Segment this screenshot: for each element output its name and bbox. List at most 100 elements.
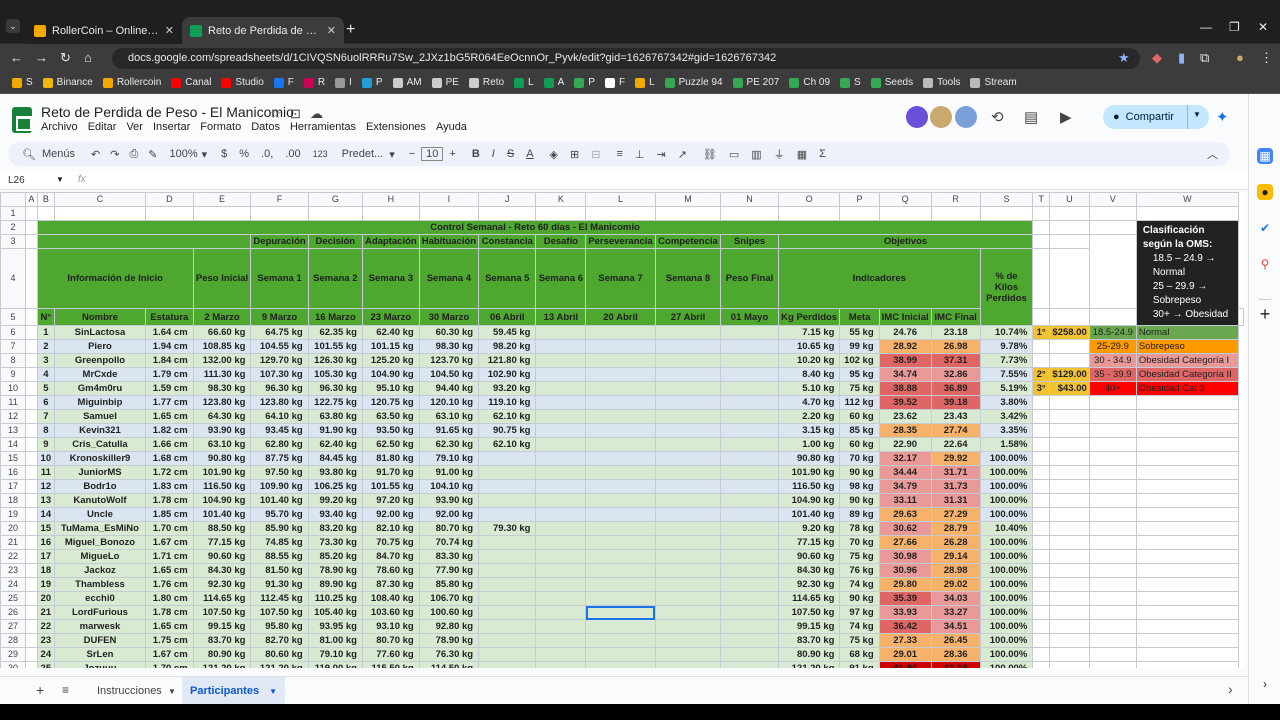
weight-cell[interactable]: 93.50 kg bbox=[361, 423, 420, 438]
weight-cell[interactable]: 98.30 kg bbox=[418, 339, 480, 354]
weight-cell[interactable]: 70.74 kg bbox=[418, 535, 480, 550]
row-number[interactable]: 6 bbox=[0, 325, 27, 340]
row-number[interactable]: 19 bbox=[0, 507, 27, 522]
row-number[interactable]: 26 bbox=[0, 605, 27, 620]
vertical-align-icon[interactable]: ⊥ bbox=[635, 148, 645, 161]
participant-name[interactable]: KanutoWolf bbox=[53, 493, 146, 508]
bookmark-item[interactable]: A bbox=[540, 77, 569, 88]
print-icon[interactable]: ⎙ bbox=[129, 148, 138, 161]
weight-cell[interactable]: 104.50 kg bbox=[418, 367, 480, 382]
weight-cell[interactable] bbox=[654, 395, 722, 410]
participant-name[interactable]: TuMama_EsMiNo bbox=[53, 521, 146, 536]
column-header[interactable]: B bbox=[36, 192, 55, 207]
weight-cell[interactable]: 105.40 kg bbox=[307, 605, 363, 620]
row-number[interactable]: 22 bbox=[0, 549, 27, 564]
weight-cell[interactable] bbox=[720, 661, 779, 668]
row-number[interactable]: 23 bbox=[0, 563, 27, 578]
weight-cell[interactable] bbox=[654, 633, 722, 648]
weight-cell[interactable]: 121.20 kg bbox=[250, 661, 309, 668]
bookmark-item[interactable]: F bbox=[270, 77, 298, 88]
collaborator-avatar[interactable] bbox=[955, 106, 977, 128]
bookmark-item[interactable]: PE 207 bbox=[729, 77, 784, 88]
weight-cell[interactable] bbox=[478, 577, 537, 592]
weight-cell[interactable]: 64.30 kg bbox=[192, 409, 252, 424]
menu-item-herramientas[interactable]: Herramientas bbox=[290, 121, 356, 133]
weight-cell[interactable] bbox=[478, 633, 537, 648]
weight-cell[interactable] bbox=[585, 353, 656, 368]
redo-icon[interactable]: ↷ bbox=[110, 148, 119, 161]
row-number[interactable]: 18 bbox=[0, 493, 27, 508]
weight-cell[interactable] bbox=[720, 465, 779, 480]
weight-cell[interactable]: 121.80 kg bbox=[478, 353, 537, 368]
menu-item-insertar[interactable]: Insertar bbox=[153, 121, 190, 133]
add-addon-icon[interactable]: + bbox=[1257, 305, 1273, 323]
increase-decimal-button[interactable]: .00 bbox=[285, 148, 300, 160]
column-header[interactable]: O bbox=[777, 192, 841, 207]
percent-format-button[interactable]: % bbox=[239, 148, 249, 160]
menu-item-extensiones[interactable]: Extensiones bbox=[366, 121, 426, 133]
font-size-plus-icon[interactable]: + bbox=[449, 148, 455, 160]
weight-cell[interactable]: 78.60 kg bbox=[361, 563, 420, 578]
participant-name[interactable]: Cris_Catulla bbox=[53, 437, 146, 452]
weight-cell[interactable] bbox=[585, 395, 656, 410]
weight-cell[interactable]: 83.30 kg bbox=[418, 549, 480, 564]
weight-cell[interactable]: 90.75 kg bbox=[478, 423, 537, 438]
row-number[interactable]: 3 bbox=[0, 234, 27, 249]
weight-cell[interactable] bbox=[720, 605, 779, 620]
weight-cell[interactable]: 81.00 kg bbox=[307, 633, 363, 648]
weight-cell[interactable]: 94.40 kg bbox=[418, 381, 480, 396]
weight-cell[interactable]: 126.30 kg bbox=[307, 353, 363, 368]
weight-cell[interactable]: 93.95 kg bbox=[307, 619, 363, 634]
filter-views-icon[interactable]: ▦ bbox=[797, 148, 807, 161]
column-header[interactable]: T bbox=[1032, 192, 1050, 207]
bookmark-item[interactable]: L bbox=[631, 77, 659, 88]
weight-cell[interactable] bbox=[585, 591, 656, 606]
sheet-tab-dropdown-icon[interactable]: ▼ bbox=[269, 687, 277, 696]
weight-cell[interactable] bbox=[654, 507, 722, 522]
weight-cell[interactable]: 91.65 kg bbox=[418, 423, 480, 438]
currency-format-button[interactable]: $ bbox=[221, 148, 227, 160]
weight-cell[interactable] bbox=[720, 367, 779, 382]
column-header[interactable]: G bbox=[307, 192, 363, 207]
row-number[interactable]: 8 bbox=[0, 353, 27, 368]
column-header[interactable]: V bbox=[1088, 192, 1137, 207]
weight-cell[interactable]: 62.80 kg bbox=[250, 437, 309, 452]
bookmark-item[interactable]: Reto bbox=[465, 77, 508, 88]
weight-cell[interactable]: 91.30 kg bbox=[250, 577, 309, 592]
weight-cell[interactable]: 63.50 kg bbox=[361, 409, 420, 424]
weight-cell[interactable]: 82.10 kg bbox=[361, 521, 420, 536]
weight-cell[interactable] bbox=[720, 647, 779, 662]
weight-cell[interactable]: 106.70 kg bbox=[418, 591, 480, 606]
participant-name[interactable]: DUFEN bbox=[53, 633, 146, 648]
weight-cell[interactable]: 77.60 kg bbox=[361, 647, 420, 662]
maximize-icon[interactable]: ❐ bbox=[1229, 20, 1240, 34]
weight-cell[interactable] bbox=[720, 549, 779, 564]
sheet-tab-instrucciones[interactable]: Instrucciones bbox=[97, 685, 162, 697]
weight-cell[interactable]: 80.70 kg bbox=[418, 521, 480, 536]
search-menus-label[interactable]: Menús bbox=[42, 148, 75, 160]
weight-cell[interactable]: 132.00 kg bbox=[192, 353, 252, 368]
weight-cell[interactable] bbox=[478, 563, 537, 578]
weight-cell[interactable] bbox=[654, 563, 722, 578]
column-header[interactable]: U bbox=[1048, 192, 1090, 207]
weight-cell[interactable] bbox=[654, 465, 722, 480]
weight-cell[interactable] bbox=[478, 647, 537, 662]
address-bar[interactable]: docs.google.com/spreadsheets/d/1CIVQSN6u… bbox=[112, 48, 1140, 69]
row-number[interactable]: 7 bbox=[0, 339, 27, 354]
weight-cell[interactable] bbox=[478, 479, 537, 494]
weight-cell[interactable] bbox=[535, 633, 587, 648]
weight-cell[interactable] bbox=[535, 423, 587, 438]
bookmark-item[interactable]: P bbox=[358, 77, 387, 88]
weight-cell[interactable]: 80.60 kg bbox=[250, 647, 309, 662]
weight-cell[interactable]: 107.30 kg bbox=[250, 367, 309, 382]
weight-cell[interactable]: 88.50 kg bbox=[192, 521, 252, 536]
weight-cell[interactable]: 92.80 kg bbox=[418, 619, 480, 634]
minimize-icon[interactable]: — bbox=[1200, 20, 1212, 34]
weight-cell[interactable]: 96.30 kg bbox=[307, 381, 363, 396]
weight-cell[interactable]: 101.40 kg bbox=[250, 493, 309, 508]
weight-cell[interactable]: 91.00 kg bbox=[418, 465, 480, 480]
column-header[interactable]: C bbox=[53, 192, 146, 207]
column-header[interactable]: D bbox=[144, 192, 194, 207]
weight-cell[interactable] bbox=[535, 549, 587, 564]
weight-cell[interactable] bbox=[585, 367, 656, 382]
